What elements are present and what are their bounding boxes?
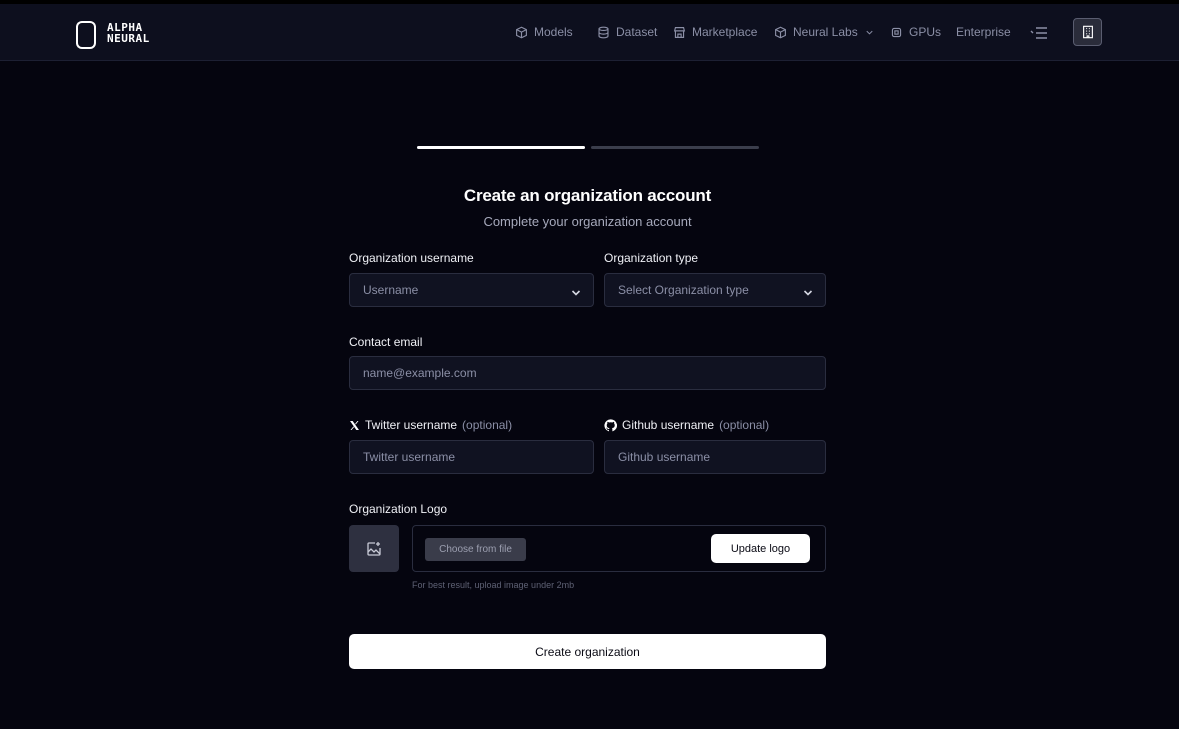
twitter-label-text: Twitter username	[365, 418, 458, 432]
organization-button[interactable]	[1073, 18, 1102, 46]
page-subtitle: Complete your organization account	[483, 214, 692, 229]
database-icon	[598, 26, 609, 38]
nav-dataset-label: Dataset	[616, 25, 658, 39]
contact-email-placeholder: name@example.com	[363, 366, 477, 380]
chip-icon	[891, 27, 902, 37]
nav-enterprise[interactable]: Enterprise	[956, 25, 1011, 39]
contact-email-label-text: Contact email	[349, 335, 423, 349]
github-placeholder: Github username	[618, 450, 711, 464]
progress-step-2	[591, 146, 759, 149]
nav-neural-labs-label: Neural Labs	[793, 25, 858, 39]
chevron-down-icon	[803, 286, 813, 296]
choose-file-button[interactable]: Choose from file	[425, 538, 526, 561]
organization-type-placeholder: Select Organization type	[618, 283, 749, 297]
update-logo-button[interactable]: Update logo	[711, 534, 810, 563]
logo-mark-icon	[76, 20, 96, 49]
menu-icon	[1030, 27, 1047, 39]
twitter-placeholder: Twitter username	[363, 450, 456, 464]
nav-marketplace[interactable]: Marketplace	[673, 25, 757, 39]
image-add-icon	[367, 541, 381, 556]
organization-type-label: Organization type	[604, 251, 698, 265]
username-label-text: Organization username	[349, 251, 474, 265]
site-header: ALPHA NEURAL Models Dataset Marketplace …	[0, 4, 1179, 61]
store-icon	[673, 26, 686, 38]
username-placeholder: Username	[363, 283, 419, 297]
github-label-text: Github username	[622, 418, 715, 432]
organization-logo-label-text: Organization Logo	[349, 502, 448, 516]
organization-type-select[interactable]: Select Organization type	[604, 273, 826, 307]
box-icon	[775, 26, 786, 38]
brand-line-2: NEURAL	[107, 32, 150, 45]
nav-models-label: Models	[534, 25, 573, 39]
nav-models[interactable]: Models	[515, 25, 573, 39]
logo-hint: For best result, upload image under 2mb	[412, 580, 575, 590]
github-label: Github username (optional)	[604, 418, 769, 432]
brand-wordmark: ALPHA NEURAL	[107, 22, 150, 44]
nav-enterprise-label: Enterprise	[956, 25, 1011, 39]
create-organization-button[interactable]: Create organization	[349, 634, 826, 669]
x-twitter-icon	[350, 420, 359, 430]
nav-dataset[interactable]: Dataset	[597, 25, 657, 39]
brand-logo[interactable]: ALPHA NEURAL	[76, 20, 150, 49]
twitter-username-field[interactable]: Twitter username	[349, 440, 594, 474]
nav-gpus-label: GPUs	[909, 25, 942, 39]
username-label: Organization username	[349, 251, 474, 265]
logo-preview	[349, 525, 399, 572]
github-optional-text: (optional)	[719, 418, 770, 432]
chevron-down-icon	[571, 286, 581, 296]
page-title: Create an organization account	[463, 186, 712, 205]
organization-logo-label: Organization Logo	[349, 502, 447, 516]
progress-step-1	[417, 146, 585, 149]
logo-upload-box: Choose from file Update logo	[412, 525, 826, 572]
nav-marketplace-label: Marketplace	[692, 25, 758, 39]
chevron-down-icon	[866, 30, 873, 35]
username-select[interactable]: Username	[349, 273, 594, 307]
menu-button[interactable]	[1030, 26, 1048, 40]
contact-email-label: Contact email	[349, 335, 422, 349]
nav-neural-labs[interactable]: Neural Labs	[774, 25, 875, 39]
github-icon	[604, 418, 617, 431]
twitter-optional-text: (optional)	[462, 418, 513, 432]
nav-gpus[interactable]: GPUs	[890, 25, 941, 39]
organization-type-label-text: Organization type	[604, 251, 699, 265]
twitter-label: Twitter username (optional)	[349, 418, 512, 432]
github-username-field[interactable]: Github username	[604, 440, 826, 474]
cube-icon	[516, 26, 527, 38]
contact-email-field[interactable]: name@example.com	[349, 356, 826, 390]
building-icon	[1082, 25, 1093, 39]
